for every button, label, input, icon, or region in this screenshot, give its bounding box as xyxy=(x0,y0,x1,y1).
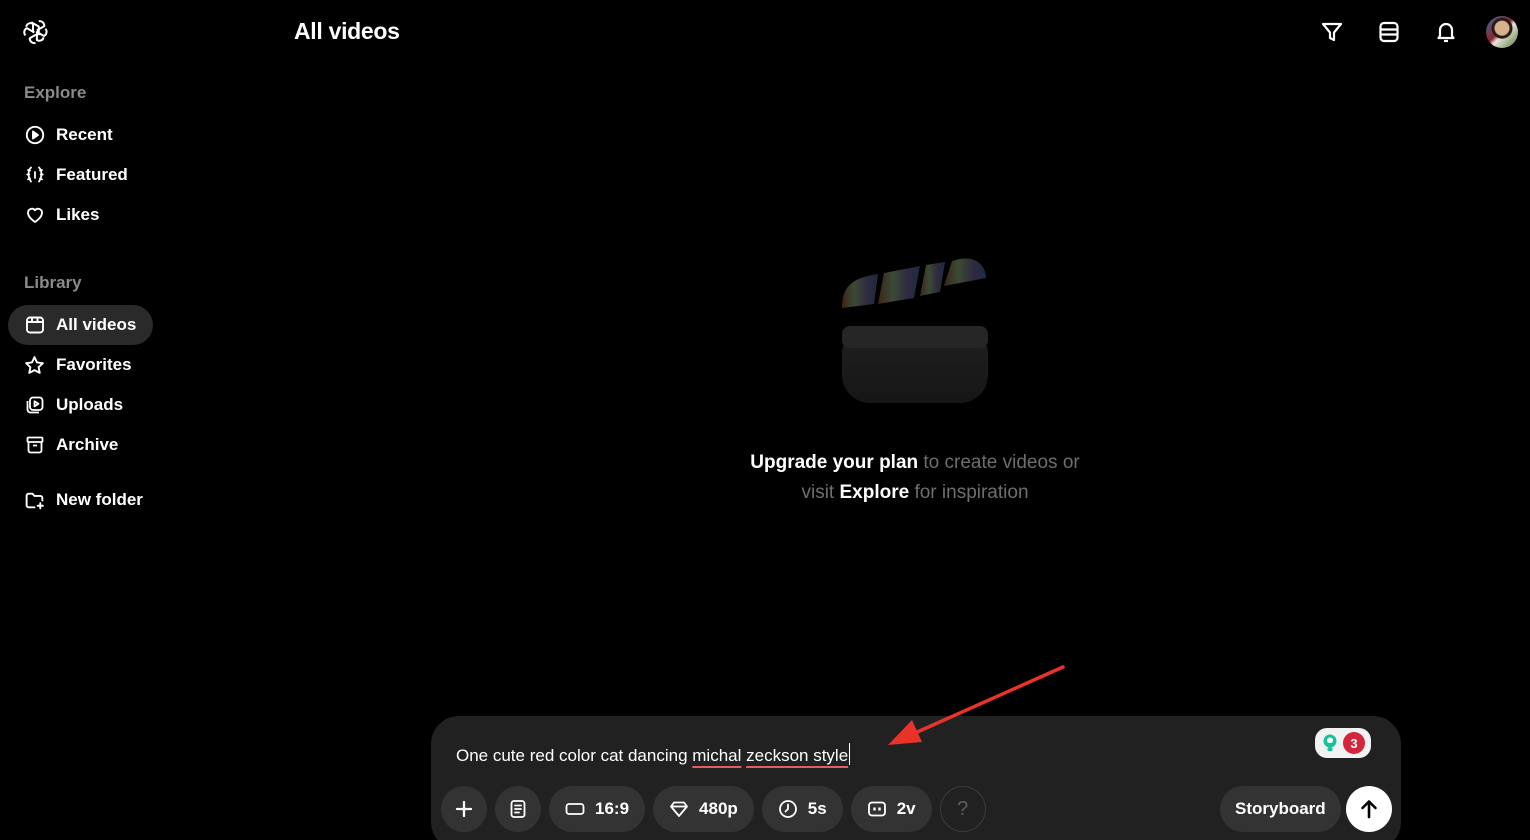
sidebar-item-label: Featured xyxy=(56,165,128,184)
upgrade-plan-link[interactable]: Upgrade your plan xyxy=(750,452,918,473)
explore-section-label: Explore xyxy=(24,83,87,102)
view-toggle-button[interactable] xyxy=(1371,14,1407,50)
sidebar-item-uploads[interactable]: Uploads xyxy=(8,385,153,425)
clock-icon xyxy=(778,799,798,819)
top-actions xyxy=(1293,14,1518,50)
variations-icon xyxy=(867,799,887,819)
filter-button[interactable] xyxy=(1314,14,1350,50)
laurel-icon xyxy=(24,165,45,186)
empty-state-text: to create videos or xyxy=(918,452,1080,473)
bell-icon xyxy=(1437,22,1455,43)
sidebar-item-likes[interactable]: Likes xyxy=(8,195,153,235)
play-circle-icon xyxy=(24,125,45,146)
empty-state-text: visit xyxy=(801,482,840,503)
resolution-button[interactable]: 480p xyxy=(653,786,754,832)
explore-link[interactable]: Explore xyxy=(839,482,909,503)
folder-plus-icon xyxy=(24,490,45,511)
archive-icon xyxy=(24,435,45,456)
filter-icon xyxy=(1321,22,1343,42)
aspect-ratio-value: 16:9 xyxy=(595,799,630,818)
user-avatar[interactable] xyxy=(1486,16,1518,48)
diamond-icon xyxy=(669,799,689,819)
presets-button[interactable] xyxy=(495,786,541,832)
arrow-up-icon xyxy=(1361,800,1377,819)
duration-value: 5s xyxy=(807,799,827,818)
empty-state: Upgrade your plan to create videos or vi… xyxy=(700,250,1130,508)
variations-value: 2v xyxy=(896,799,916,818)
sidebar-item-label: Uploads xyxy=(56,395,124,414)
empty-state-text: for inspiration xyxy=(909,482,1029,503)
sidebar-item-label: Favorites xyxy=(56,355,132,374)
notifications-button[interactable] xyxy=(1428,14,1464,50)
sidebar-item-label: Recent xyxy=(56,125,113,144)
list-view-icon xyxy=(1379,21,1399,43)
sidebar-item-label: Archive xyxy=(56,435,119,454)
aspect-ratio-button[interactable]: 16:9 xyxy=(549,786,646,832)
openai-logo-icon[interactable] xyxy=(20,17,50,47)
prompt-composer: One cute red color cat dancing michal ze… xyxy=(431,716,1401,840)
page-title: All videos xyxy=(294,18,400,44)
prompt-input[interactable]: One cute red color cat dancing michal ze… xyxy=(456,743,851,766)
star-icon xyxy=(24,355,45,376)
sidebar-item-archive[interactable]: Archive xyxy=(8,425,153,465)
new-folder-button[interactable]: New folder xyxy=(8,480,153,520)
storyboard-button[interactable]: Storyboard xyxy=(1220,786,1341,832)
video-frame-icon xyxy=(24,315,45,336)
sidebar-item-label: New folder xyxy=(56,490,143,509)
misspelled-word[interactable]: michal xyxy=(692,746,741,765)
aspect-ratio-icon xyxy=(565,799,585,819)
sidebar-item-favorites[interactable]: Favorites xyxy=(8,345,153,385)
sidebar-item-label: All videos xyxy=(56,315,137,334)
prompt-text: One cute red color cat dancing xyxy=(456,746,693,765)
sidebar-item-featured[interactable]: Featured xyxy=(8,155,153,195)
duration-button[interactable]: 5s xyxy=(761,786,843,832)
clapperboard-icon xyxy=(840,250,990,410)
preset-book-icon xyxy=(510,800,526,818)
variations-button[interactable]: 2v xyxy=(850,786,932,832)
sidebar-item-all-videos[interactable]: All videos xyxy=(8,305,153,345)
plus-icon xyxy=(455,800,473,818)
sidebar-item-label: Likes xyxy=(56,205,100,224)
library-section-label: Library xyxy=(24,273,82,292)
help-button[interactable]: ? xyxy=(939,786,986,832)
misspelled-word[interactable]: zeckson style xyxy=(746,746,848,765)
grammar-checker-widget[interactable]: 3 xyxy=(1315,728,1371,758)
heart-icon xyxy=(24,205,45,226)
grammar-issue-count: 3 xyxy=(1343,732,1365,754)
submit-button[interactable] xyxy=(1346,786,1392,832)
sidebar: Explore Recent Featured Likes Library Al… xyxy=(8,80,168,520)
add-media-button[interactable] xyxy=(441,786,487,832)
text-caret xyxy=(849,743,851,765)
composer-toolbar: 16:9 480p 5s 2v ? xyxy=(441,786,986,832)
grammar-bulb-icon xyxy=(1323,734,1337,751)
upload-video-icon xyxy=(24,395,45,416)
empty-state-message: Upgrade your plan to create videos or vi… xyxy=(700,448,1130,508)
sidebar-item-recent[interactable]: Recent xyxy=(8,115,153,155)
resolution-value: 480p xyxy=(699,799,738,818)
